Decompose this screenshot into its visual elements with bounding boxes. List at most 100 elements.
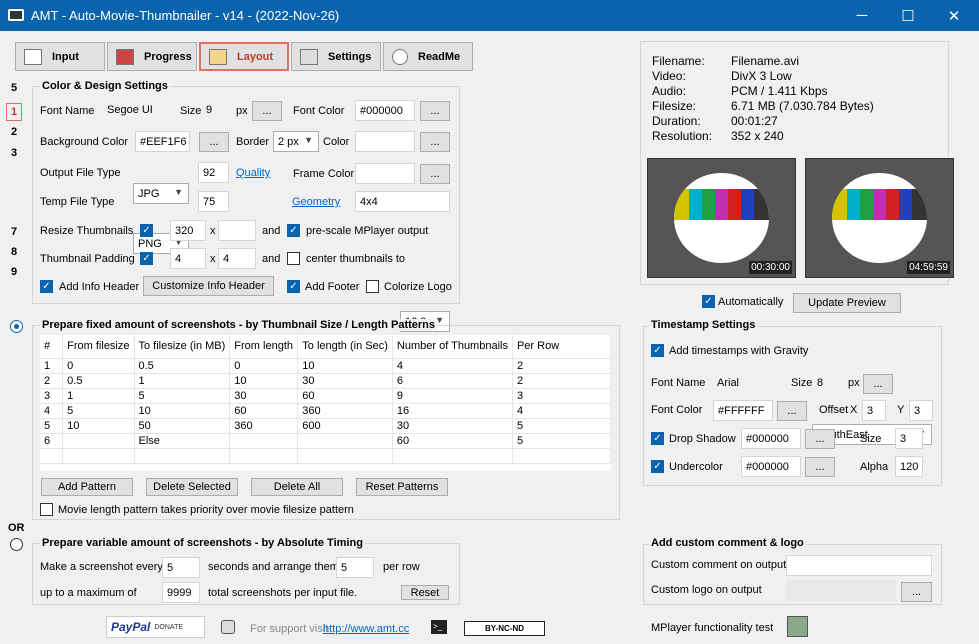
colorize-logo-checkbox[interactable]: [366, 280, 379, 293]
resize-checkbox[interactable]: ✓: [140, 224, 153, 237]
table-row[interactable]: 2 0.5 1 10 30 6 2: [40, 373, 611, 389]
undercolor-picker-button[interactable]: ...: [805, 457, 835, 477]
tab-readme[interactable]: ReadMe: [383, 42, 473, 71]
font-color-picker-button[interactable]: ...: [420, 101, 450, 121]
progress-icon: [116, 48, 134, 65]
custom-comment-field[interactable]: [786, 555, 932, 576]
custom-logo-browse-button[interactable]: ...: [901, 582, 932, 602]
support-label: For support visit: [250, 623, 329, 635]
delete-all-button[interactable]: Delete All: [251, 478, 343, 496]
max-label: up to a maximum of: [40, 587, 137, 599]
column-header[interactable]: From filesize: [62, 335, 135, 359]
priority-checkbox[interactable]: [40, 503, 53, 516]
temp-quality-field[interactable]: 75: [198, 191, 229, 212]
side-button-8[interactable]: 8: [6, 244, 22, 260]
paypal-donate-button[interactable]: PayPal DONATE: [106, 616, 205, 638]
column-header[interactable]: Number of Thumbnails: [392, 335, 513, 359]
font-color-field[interactable]: #000000: [355, 100, 415, 121]
column-header[interactable]: #: [40, 335, 64, 359]
undercolor-checkbox[interactable]: ✓: [651, 460, 664, 473]
bg-color-picker-button[interactable]: ...: [199, 132, 229, 152]
column-header[interactable]: From length: [229, 335, 299, 359]
ts-font-color-field[interactable]: #FFFFFF: [713, 400, 773, 421]
side-button-5[interactable]: 5: [6, 80, 22, 96]
padding-x-field[interactable]: 4: [170, 248, 206, 269]
per-row-field[interactable]: 5: [336, 557, 374, 578]
ts-size-label: Size: [791, 377, 813, 389]
add-footer-checkbox[interactable]: ✓: [287, 280, 300, 293]
border-color-picker-button[interactable]: ...: [420, 132, 450, 152]
side-button-7[interactable]: 7: [6, 224, 22, 240]
minimize-button[interactable]: ─: [839, 0, 885, 31]
table-row[interactable]: 5 10 50 360 600 30 5: [40, 418, 611, 434]
tab-settings[interactable]: Settings: [291, 42, 381, 71]
maximize-button[interactable]: ☐: [885, 0, 931, 31]
border-select[interactable]: 2 px ▼: [273, 131, 319, 152]
quality-link[interactable]: Quality: [236, 167, 270, 179]
ts-size-field: 8: [813, 373, 842, 394]
padding-y-field[interactable]: 4: [218, 248, 256, 269]
padding-checkbox[interactable]: ✓: [140, 252, 153, 265]
font-browse-button[interactable]: ...: [252, 101, 282, 121]
output-type-select[interactable]: JPG ▼: [133, 183, 189, 204]
column-header[interactable]: To length (in Sec): [297, 335, 393, 359]
auto-update-checkbox[interactable]: ✓: [702, 295, 715, 308]
drop-shadow-checkbox[interactable]: ✓: [651, 432, 664, 445]
frame-color-picker-button[interactable]: ...: [420, 164, 450, 184]
reset-timing-button[interactable]: Reset: [401, 585, 449, 600]
tab-input[interactable]: Input: [15, 42, 105, 71]
interval-field[interactable]: 5: [162, 557, 200, 578]
customize-info-header-button[interactable]: Customize Info Header: [143, 276, 274, 296]
offset-y-field[interactable]: 3: [909, 400, 933, 421]
quality-field[interactable]: 92: [198, 162, 229, 183]
offset-x-field[interactable]: 3: [862, 400, 886, 421]
variable-amount-radio[interactable]: [10, 538, 23, 551]
tab-progress[interactable]: Progress: [107, 42, 197, 71]
add-timestamps-checkbox[interactable]: ✓: [651, 344, 664, 357]
table-row[interactable]: 4 5 10 60 360 16 4: [40, 403, 611, 419]
border-color-field[interactable]: [355, 131, 415, 152]
ts-font-browse-button[interactable]: ...: [863, 374, 893, 394]
patterns-table[interactable]: # From filesize To filesize (in MB) From le…: [40, 335, 611, 471]
geometry-field[interactable]: 4x4: [355, 191, 450, 212]
ts-font-color-picker-button[interactable]: ...: [777, 401, 807, 421]
side-button-3[interactable]: 3: [6, 145, 22, 161]
border-label: Border: [236, 136, 270, 148]
delete-selected-button[interactable]: Delete Selected: [146, 478, 238, 496]
geometry-link[interactable]: Geometry: [292, 196, 340, 208]
add-pattern-button[interactable]: Add Pattern: [41, 478, 133, 496]
drop-shadow-color-picker-button[interactable]: ...: [805, 429, 835, 449]
center-checkbox[interactable]: [287, 252, 300, 265]
fixed-amount-radio[interactable]: [10, 320, 23, 333]
update-preview-button[interactable]: Update Preview: [793, 293, 901, 313]
alpha-field[interactable]: 120: [895, 456, 923, 477]
tab-layout[interactable]: Layout: [199, 42, 289, 71]
table-row[interactable]: 1 0 0.5 0 10 4 2: [40, 358, 611, 374]
close-button[interactable]: ✕: [931, 0, 977, 31]
side-button-1[interactable]: 1: [6, 103, 22, 121]
column-header[interactable]: To filesize (in MB): [134, 335, 231, 359]
shadow-size-field[interactable]: 3: [895, 428, 923, 449]
add-footer-label: Add Footer: [305, 281, 360, 293]
bg-color-field[interactable]: #EEF1F6: [135, 131, 190, 152]
website-icon[interactable]: [221, 620, 235, 634]
console-icon[interactable]: >_: [431, 620, 447, 634]
frame-color-field[interactable]: [355, 163, 415, 184]
table-row[interactable]: 6 Else 60 5: [40, 433, 611, 449]
resize-height-field[interactable]: [218, 220, 256, 241]
drop-shadow-color-field[interactable]: #000000: [741, 428, 801, 449]
column-header[interactable]: Per Row: [512, 335, 611, 359]
prescale-checkbox[interactable]: ✓: [287, 224, 300, 237]
reset-patterns-button[interactable]: Reset Patterns: [356, 478, 448, 496]
side-button-9[interactable]: 9: [6, 264, 22, 280]
timestamp-title: Timestamp Settings: [649, 319, 758, 331]
undercolor-field[interactable]: #000000: [741, 456, 801, 477]
max-field[interactable]: 9999: [162, 582, 200, 603]
side-button-2[interactable]: 2: [6, 124, 22, 140]
resize-width-field[interactable]: 320: [170, 220, 206, 241]
website-link[interactable]: http://www.amt.cc: [323, 623, 409, 635]
cc-license-badge[interactable]: BY-NC-ND: [464, 621, 545, 636]
table-row[interactable]: 3 1 5 30 60 9 3: [40, 388, 611, 404]
add-info-checkbox[interactable]: ✓: [40, 280, 53, 293]
mplayer-test-icon[interactable]: [787, 616, 808, 637]
